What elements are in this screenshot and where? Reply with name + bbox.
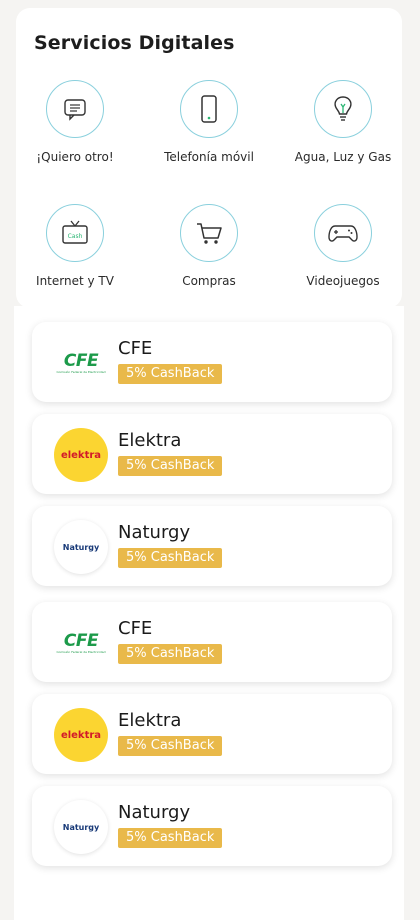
elektra-logo: elektra [54,428,108,482]
provider-name: CFE [118,338,153,359]
cashback-badge: 5% CashBack [118,548,223,568]
provider-row-elektra[interactable]: elektra Elektra 5% CashBack [32,414,392,494]
gamepad-icon [314,204,372,262]
service-label: Compras [182,274,236,288]
naturgy-logo: Naturgy [54,800,108,854]
cashback-badge: 5% CashBack [118,644,223,664]
tv-icon: Cash [46,204,104,262]
service-telefonia-movil[interactable]: Telefonía móvil [144,80,274,164]
service-compras[interactable]: Compras [144,204,274,288]
provider-name: Elektra [118,710,182,731]
provider-row-elektra[interactable]: elektra Elektra 5% CashBack [32,694,392,774]
provider-row-cfe[interactable]: CFE Comisión Federal de Electricidad CFE… [32,602,392,682]
cfe-logo: CFE Comisión Federal de Electricidad [54,336,108,390]
service-label: Telefonía móvil [164,150,254,164]
service-agua-luz-gas[interactable]: Agua, Luz y Gas [278,80,408,164]
provider-name: Naturgy [118,522,191,543]
cashback-badge: 5% CashBack [118,828,223,848]
cashback-badge: 5% CashBack [118,736,223,756]
lightbulb-icon [314,80,372,138]
service-quiero-otro[interactable]: ¡Quiero otro! [10,80,140,164]
cfe-logo: CFE Comisión Federal de Electricidad [54,616,108,670]
provider-row-cfe[interactable]: CFE Comisión Federal de Electricidad CFE… [32,322,392,402]
naturgy-logo: Naturgy [54,520,108,574]
chat-icon [46,80,104,138]
provider-name: Naturgy [118,802,191,823]
service-label: Videojuegos [306,274,380,288]
elektra-logo: elektra [54,708,108,762]
service-videojuegos[interactable]: Videojuegos [278,204,408,288]
services-card: Servicios Digitales ¡Quiero otro! Telefo… [16,8,402,308]
phone-icon [180,80,238,138]
provider-row-naturgy[interactable]: Naturgy Naturgy 5% CashBack [32,786,392,866]
cashback-badge: 5% CashBack [118,456,223,476]
service-internet-tv[interactable]: Cash Internet y TV [10,204,140,288]
tv-icon-text: Cash [68,233,83,240]
cart-icon [180,204,238,262]
provider-row-naturgy[interactable]: Naturgy Naturgy 5% CashBack [32,506,392,586]
service-label: ¡Quiero otro! [36,150,114,164]
provider-name: CFE [118,618,153,639]
section-title: Servicios Digitales [34,32,235,54]
service-label: Internet y TV [36,274,114,288]
provider-name: Elektra [118,430,182,451]
cashback-badge: 5% CashBack [118,364,223,384]
service-label: Agua, Luz y Gas [294,150,392,164]
